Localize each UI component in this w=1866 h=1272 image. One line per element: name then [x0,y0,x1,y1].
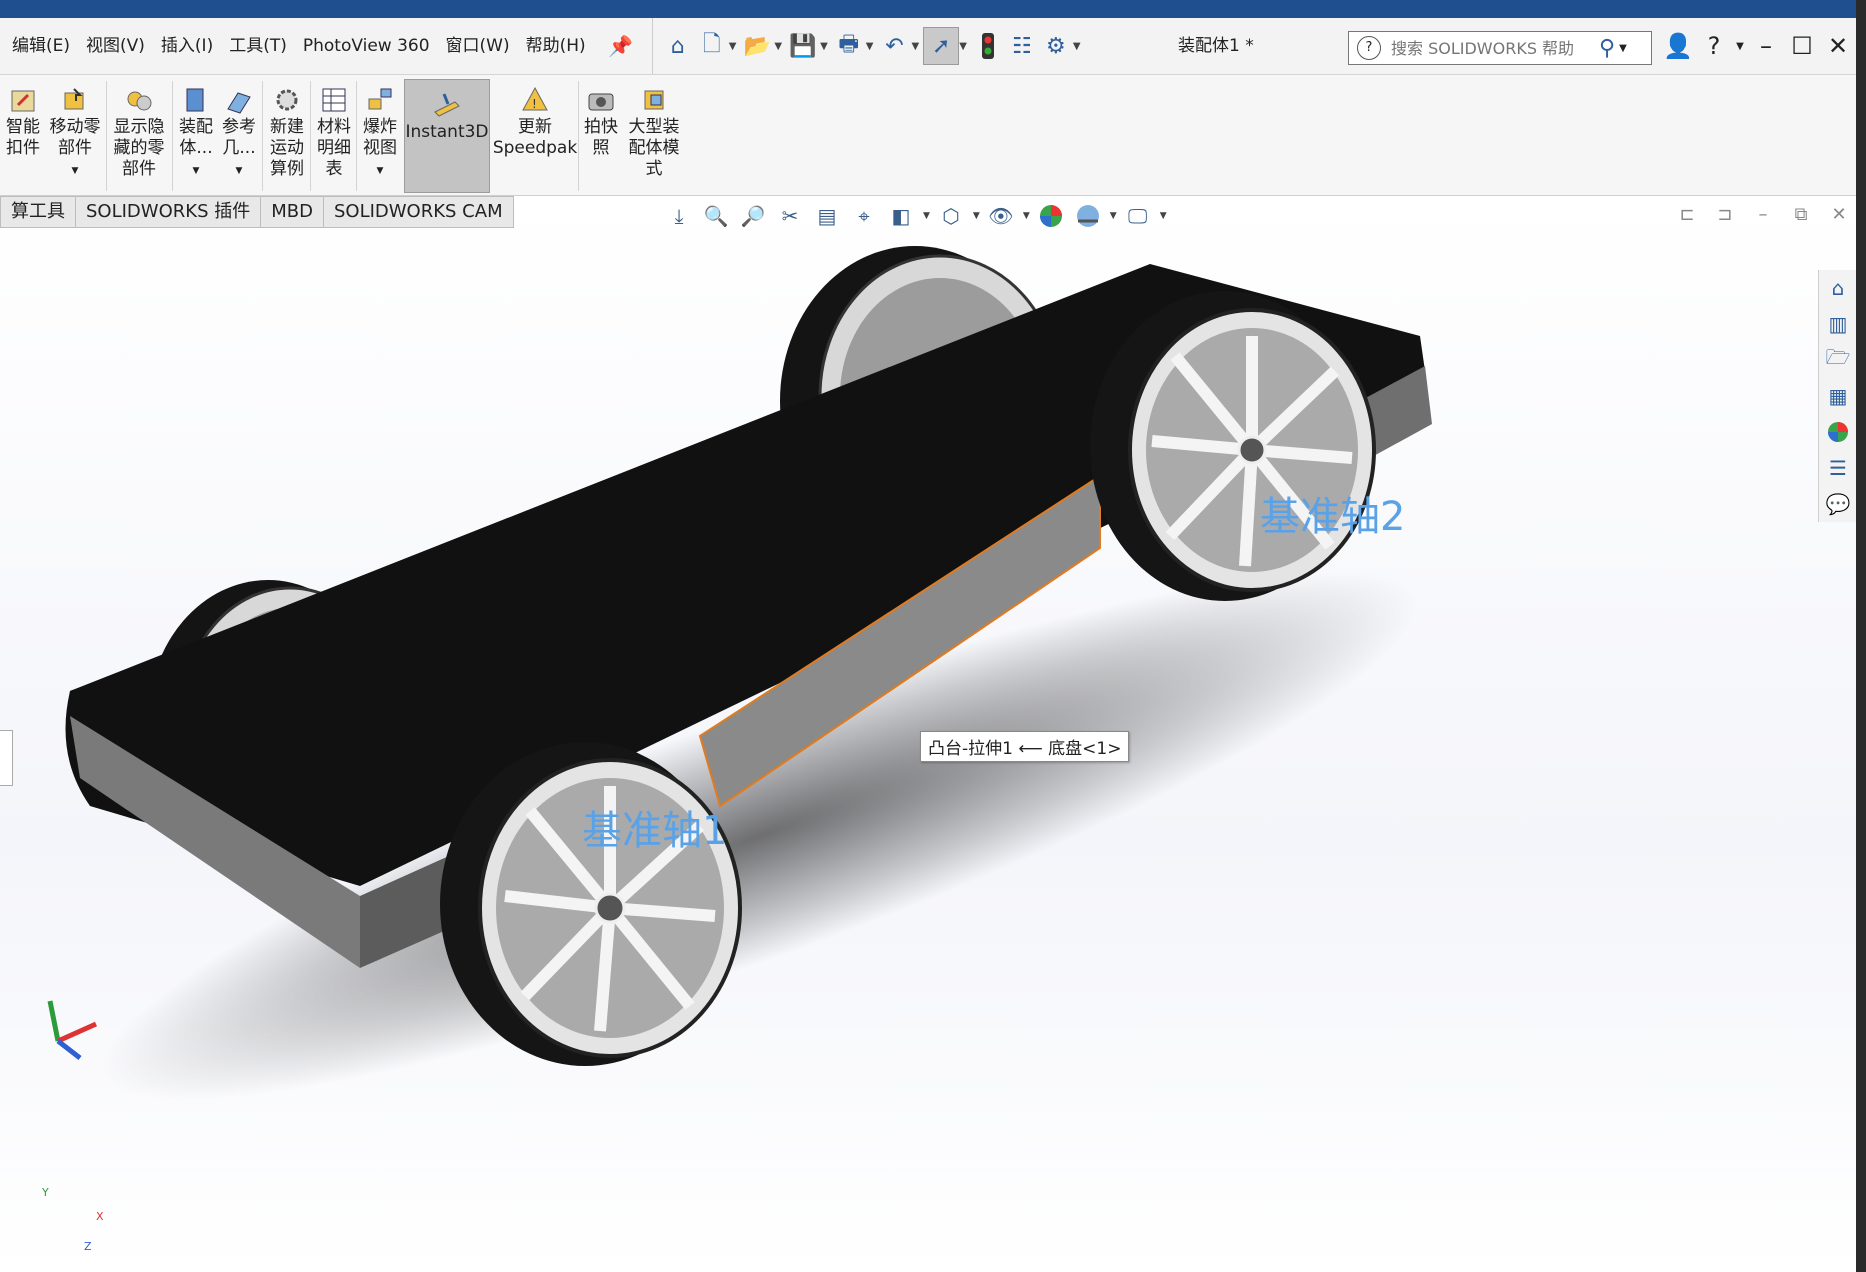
new-document-icon[interactable]: 🗋 [695,28,729,64]
maximize-icon[interactable]: ☐ [1784,32,1820,60]
open-icon[interactable]: 📂 [740,28,774,64]
ribbon-label: 大型装 配体模 式 [628,117,680,179]
search-icon[interactable]: ⚲ [1599,36,1615,61]
traffic-light-icon [981,33,994,59]
search-box: ? ⚲ ▼ [1348,31,1652,65]
user-icon[interactable]: 👤 [1660,32,1696,60]
document-title: 装配体1 * [1178,36,1254,56]
move-component-icon [64,88,84,110]
chevron-down-icon[interactable]: ▼ [1619,43,1627,54]
chevron-down-icon[interactable]: ▼ [774,41,782,52]
save-icon[interactable]: 💾 [786,28,820,64]
chevron-down-icon[interactable]: ▼ [959,41,967,52]
help-icon[interactable]: ? [1696,32,1732,60]
triad-x-label: X [96,1210,104,1223]
ribbon-label: 智能 扣件 [6,117,40,158]
datum-axis-1-label[interactable]: 基准轴1 [582,798,727,856]
large-assembly-icon [644,90,664,110]
ribbon-divider [106,81,107,191]
selection-tooltip: 凸台-拉伸1 ⟵ 底盘<1> [920,731,1130,762]
ribbon-large-assembly-mode[interactable]: 大型装 配体模 式 [624,75,684,195]
ribbon-label: 装配 体... [179,117,213,158]
pin-icon[interactable]: 📌 [608,34,634,58]
ribbon-show-hidden[interactable]: 显示隐 藏的零 部件 [110,75,168,195]
rebuild-traffic-light-icon[interactable] [971,28,1005,64]
options-gear-icon[interactable]: ⚙ [1039,28,1073,64]
ribbon-label: 爆炸 视图 [363,117,397,158]
ribbon-divider [578,81,579,191]
ribbon-reference-geometry[interactable]: 参考 几... ▼ [218,75,260,195]
chevron-down-icon[interactable]: ▼ [1732,41,1748,52]
ribbon-label: 材料 明细 表 [317,117,351,179]
window-top-strip [0,0,1866,18]
chevron-down-icon[interactable]: ▼ [866,41,874,52]
menu-window[interactable]: 窗口(W) [438,18,518,74]
window-controls: 👤 ? ▼ – ☐ ✕ [1660,18,1856,74]
ribbon-instant3d[interactable]: Instant3D [404,79,490,193]
ribbon-label: 参考 几... [222,117,256,158]
svg-text:!: ! [532,97,537,111]
chevron-down-icon[interactable]: ▼ [820,41,828,52]
chevron-down-icon[interactable]: ▼ [193,161,200,182]
chevron-down-icon[interactable]: ▼ [912,41,920,52]
snapshot-icon [588,93,614,111]
ribbon-label: 更新 Speedpak [492,117,578,158]
ribbon-label: 新建 运动 算例 [270,117,304,179]
datum-axis-2-label[interactable]: 基准轴2 [1260,484,1405,542]
explode-view-icon [368,88,392,110]
chevron-down-icon[interactable]: ▼ [729,41,737,52]
menu-tools[interactable]: 工具(T) [221,18,295,74]
coordinate-triad [47,1000,98,1060]
minimize-icon[interactable]: – [1748,32,1784,60]
command-manager-ribbon: 智能 扣件 移动零 部件 ▼ 显示隐 藏的零 部件 装配 体... ▼ 参考 几… [0,75,1856,196]
motion-study-icon [276,89,298,111]
triad-z-label: Z [84,1240,92,1253]
ribbon-assembly-features[interactable]: 装配 体... ▼ [176,75,216,195]
ribbon-explode-view[interactable]: 爆炸 视图 ▼ [360,75,400,195]
quick-access-toolbar: ⌂ 🗋 ▼ 📂 ▼ 💾 ▼ 🖶 ▼ ↶ ▼ ➚ ▼ ☷ ⚙ ▼ [651,18,1085,74]
ribbon-label: 拍快 照 [584,117,618,158]
ribbon-smart-fastener[interactable]: 智能 扣件 [2,75,44,195]
menu-edit[interactable]: 编辑(E) [4,18,78,74]
ribbon-divider [356,81,357,191]
undo-icon[interactable]: ↶ [878,28,912,64]
ribbon-divider [262,81,263,191]
print-icon[interactable]: 🖶 [832,28,866,64]
file-properties-icon[interactable]: ☷ [1005,28,1039,64]
chevron-down-icon[interactable]: ▼ [377,161,384,182]
smart-fastener-icon [11,90,35,112]
search-input[interactable] [1389,37,1593,59]
menu-view[interactable]: 视图(V) [78,18,153,74]
ribbon-bom[interactable]: 材料 明细 表 [314,75,354,195]
ribbon-motion-study[interactable]: 新建 运动 算例 [266,75,308,195]
reference-geometry-icon [227,92,251,114]
home-icon[interactable]: ⌂ [661,28,695,64]
assembly-features-icon [186,88,204,112]
ribbon-label: 移动零 部件 [49,117,101,158]
menu-photoview[interactable]: PhotoView 360 [295,18,438,74]
chevron-down-icon[interactable]: ▼ [1073,41,1081,52]
menu-insert[interactable]: 插入(I) [153,18,221,74]
ribbon-snapshot[interactable]: 拍快 照 [582,75,620,195]
speedpak-icon: ! [522,86,548,111]
chevron-down-icon[interactable]: ▼ [236,161,243,182]
ribbon-label: 显示隐 藏的零 部件 [113,117,165,179]
select-pointer-icon[interactable]: ➚ [923,27,960,65]
menu-bar: 编辑(E) 视图(V) 插入(I) 工具(T) PhotoView 360 窗口… [0,18,594,74]
ribbon-label: Instant3D [405,122,489,142]
ribbon-move-component[interactable]: 移动零 部件 ▼ [48,75,102,195]
chevron-down-icon[interactable]: ▼ [72,161,79,182]
triad-y-label: Y [42,1186,49,1199]
ribbon-update-speedpak[interactable]: ! 更新 Speedpak [492,75,578,195]
menu-help[interactable]: 帮助(H) [518,18,594,74]
help-question-icon[interactable]: ? [1357,36,1381,60]
close-icon[interactable]: ✕ [1820,32,1856,60]
bom-icon [322,88,346,112]
title-bar: 编辑(E) 视图(V) 插入(I) 工具(T) PhotoView 360 窗口… [0,18,1856,75]
window-right-border [1856,0,1866,1272]
ribbon-divider [310,81,311,191]
ribbon-divider [172,81,173,191]
instant3d-icon [434,93,460,117]
show-hidden-icon [127,91,152,111]
